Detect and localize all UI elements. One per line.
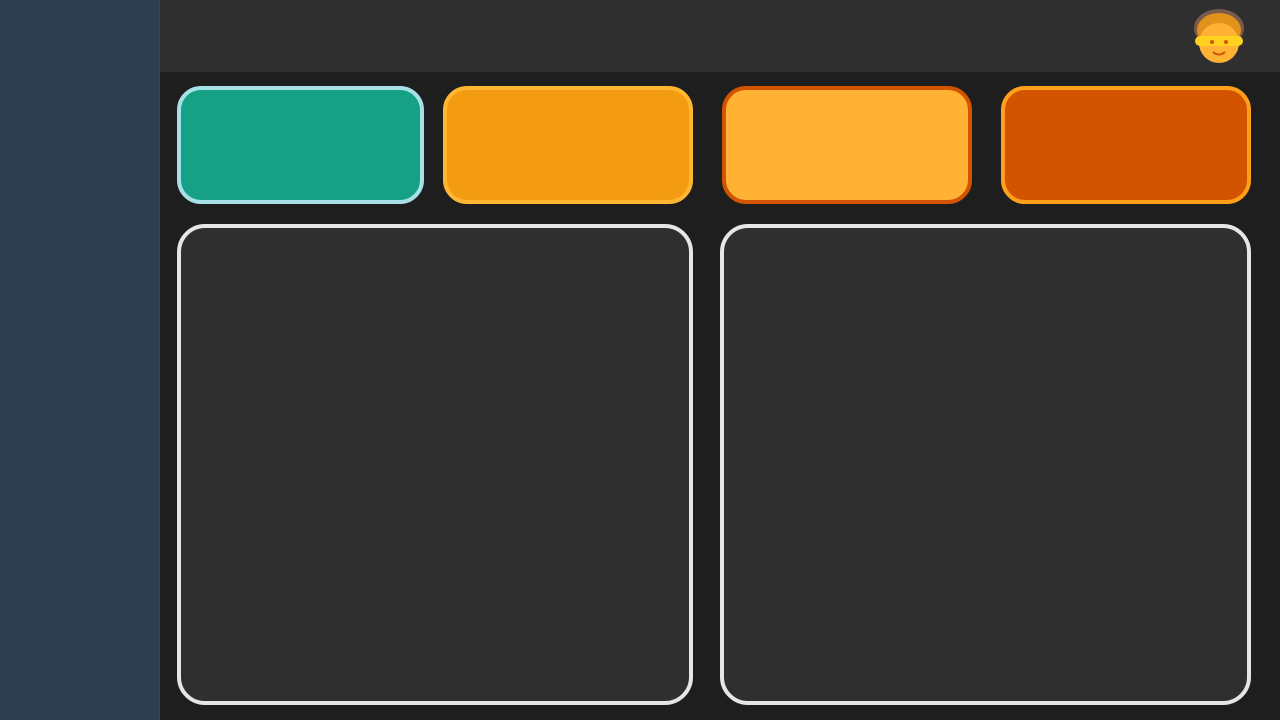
sidebar	[0, 0, 160, 720]
stat-card-amber[interactable]	[443, 86, 693, 204]
stat-card-yellow[interactable]	[722, 86, 972, 204]
dashboard-main	[160, 72, 1280, 720]
content-panel-right	[720, 224, 1251, 705]
user-avatar-icon[interactable]	[1192, 6, 1246, 66]
stat-card-teal[interactable]	[177, 86, 424, 204]
stat-card-orange[interactable]	[1001, 86, 1251, 204]
top-bar	[160, 0, 1280, 72]
content-panel-left	[177, 224, 693, 705]
